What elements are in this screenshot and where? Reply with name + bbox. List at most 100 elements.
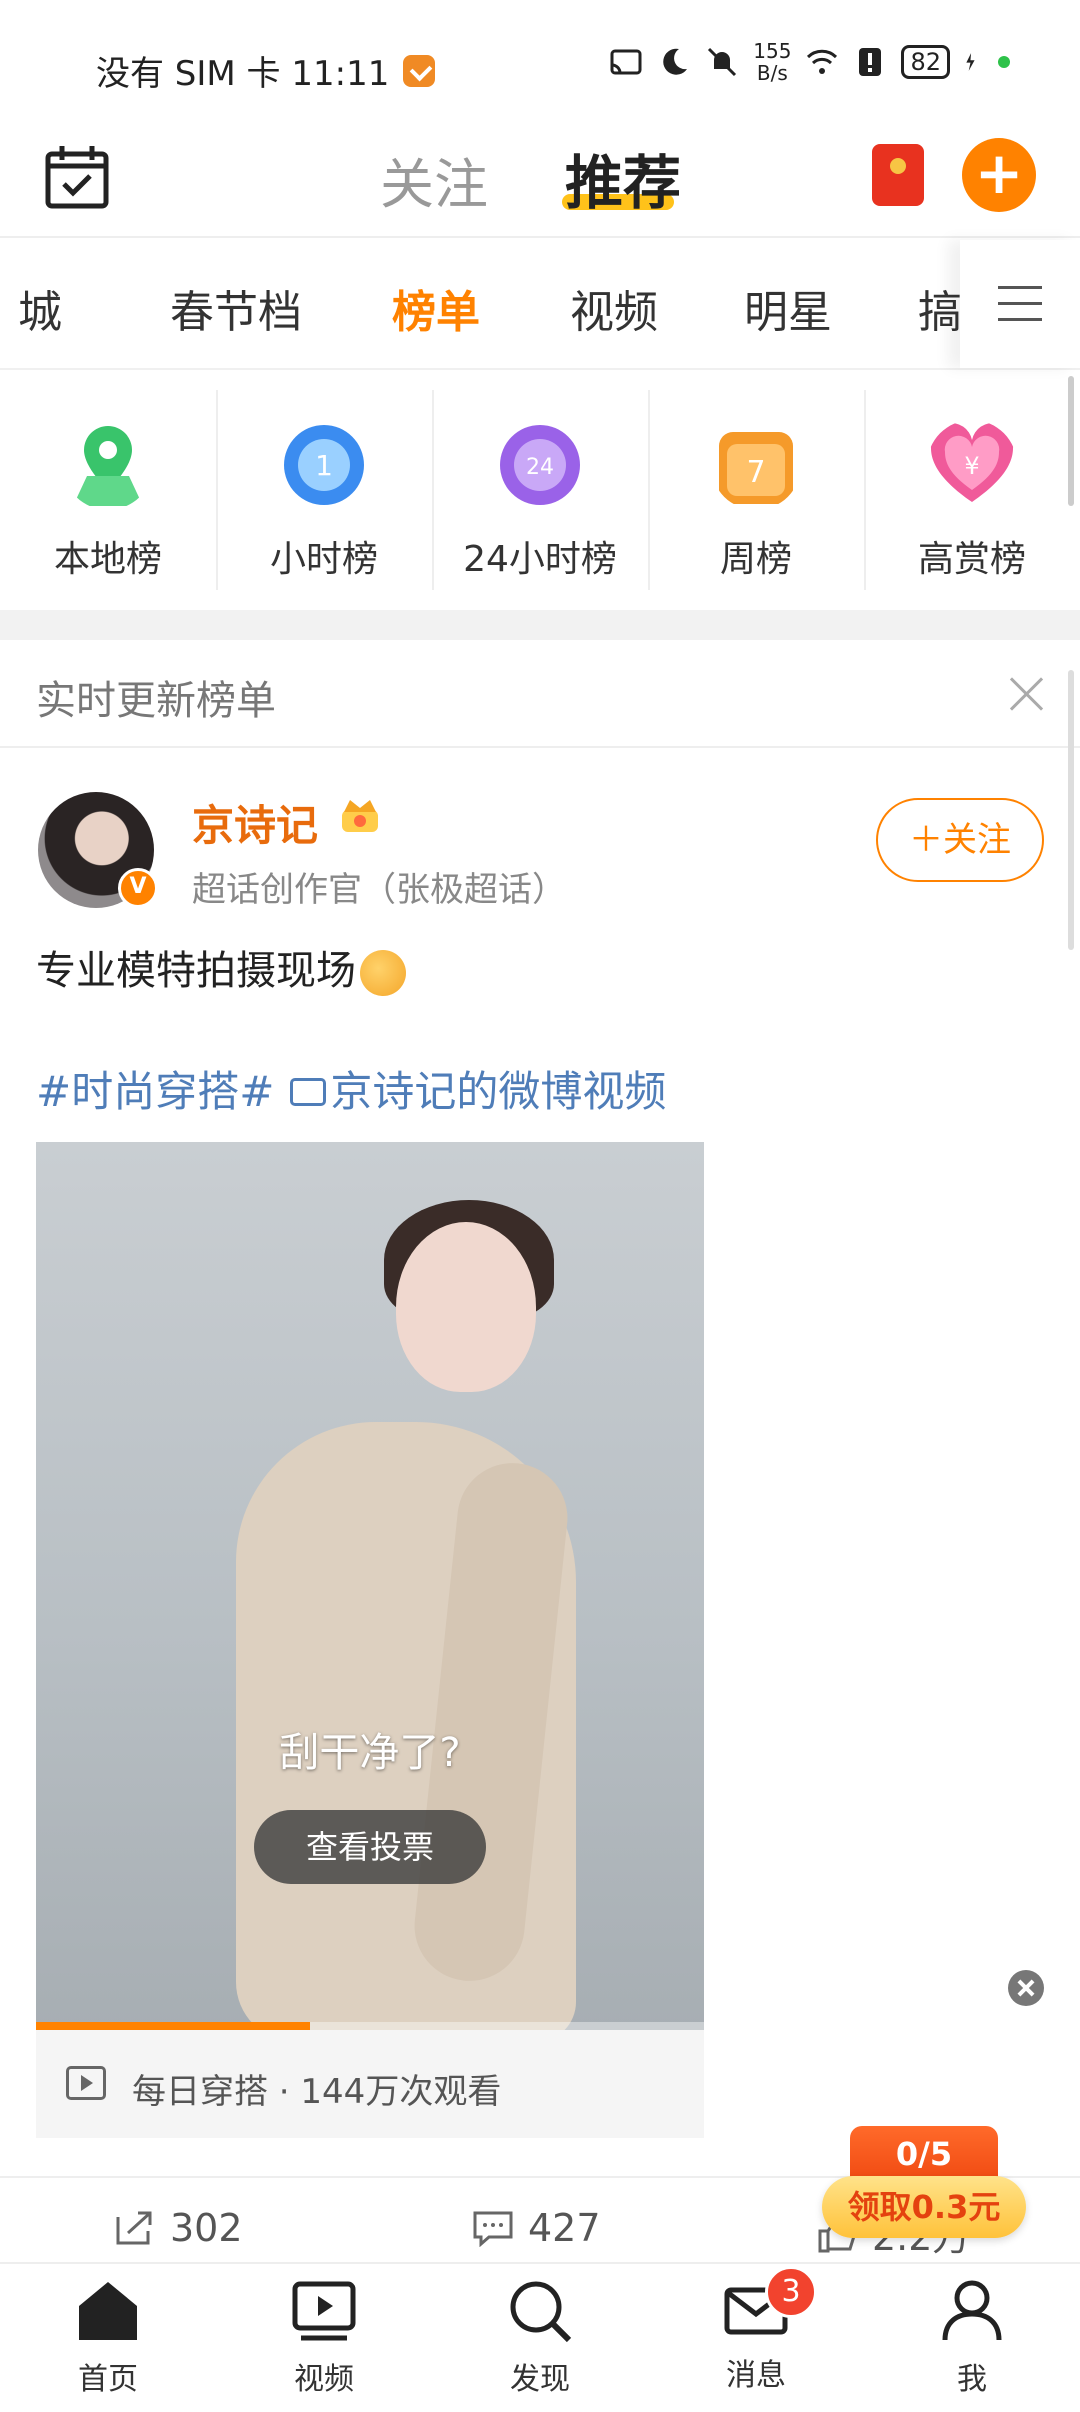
clock-24-icon: 24: [500, 425, 580, 505]
view-vote-button[interactable]: 查看投票: [254, 1810, 486, 1884]
comment-count: 427: [528, 2206, 601, 2250]
nav-discover[interactable]: 发现: [432, 2278, 648, 2398]
share-button[interactable]: 302: [114, 2206, 243, 2250]
rank-label: 本地榜: [53, 539, 162, 580]
map-pin-icon: [73, 426, 143, 506]
clock-1-icon: 1: [284, 425, 364, 505]
top-nav: 关注 推荐 +: [0, 128, 1080, 238]
shield-icon: [403, 54, 436, 87]
verified-badge-icon: V: [118, 868, 158, 908]
author-name[interactable]: 京诗记: [192, 792, 318, 853]
tab-recommend[interactable]: 推荐: [565, 136, 681, 220]
video-player[interactable]: 刮干净了? 查看投票: [36, 1142, 704, 2030]
rank-label: 周榜: [719, 539, 792, 580]
post-body: 专业模特拍摄现场: [36, 948, 356, 994]
bottom-nav: 首页 视频 发现 3 消息 我: [0, 2262, 1080, 2412]
menu-icon-bar: [998, 302, 1042, 305]
nav-messages[interactable]: 3 消息: [648, 2266, 864, 2394]
tab-follow[interactable]: 关注: [380, 140, 488, 219]
reward-progress[interactable]: 0/5: [850, 2126, 998, 2182]
post-tags: #时尚穿搭# 京诗记的微博视频: [36, 1058, 666, 1119]
author-subtitle: 超话创作官（张极超话）: [192, 870, 566, 910]
rank-24h[interactable]: 24 24小时榜: [432, 372, 648, 610]
video-frame-figure: [396, 1222, 536, 1392]
privacy-dot: [998, 56, 1010, 68]
category-tab-rankings[interactable]: 榜单: [392, 276, 480, 340]
video-icon: [292, 2281, 356, 2341]
svg-text:24: 24: [526, 455, 554, 480]
share-icon: [116, 2211, 152, 2245]
ranking-shortcuts: 本地榜 1 小时榜 24 24小时榜 7 周榜 ¥ 高赏榜: [0, 372, 1080, 610]
nav-label: 视频: [294, 2362, 354, 2397]
nav-video[interactable]: 视频: [216, 2278, 432, 2398]
nav-label: 首页: [78, 2362, 138, 2397]
video-progress-fill: [36, 2022, 310, 2030]
nav-label: 发现: [510, 2362, 570, 2397]
moon-icon: [663, 48, 688, 75]
nav-me[interactable]: 我: [864, 2278, 1080, 2398]
rank-hourly[interactable]: 1 小时榜: [216, 372, 432, 610]
category-tab-spring-festival[interactable]: 春节档: [170, 276, 302, 340]
hashtag-link[interactable]: #时尚穿搭#: [36, 1067, 274, 1116]
svg-text:1: 1: [315, 449, 333, 482]
category-tab-funny[interactable]: 搞: [918, 276, 962, 340]
realtime-header: 实时更新榜单: [0, 640, 1080, 748]
nav-label: 我: [957, 2362, 987, 2397]
video-link[interactable]: 京诗记的微博视频: [330, 1067, 666, 1116]
mail-icon-wrap: 3: [723, 2266, 817, 2344]
rank-top-reward[interactable]: ¥ 高赏榜: [864, 372, 1080, 610]
scrollbar[interactable]: [1068, 670, 1074, 950]
search-icon: [510, 2281, 572, 2343]
category-tabs: 城 春节档 榜单 视频 明星 搞: [0, 240, 1080, 370]
rank-weekly[interactable]: 7 周榜: [648, 372, 864, 610]
checkin-calendar-icon[interactable]: [44, 144, 110, 210]
red-packet-icon[interactable]: [872, 144, 924, 206]
carrier-time: 没有 SIM 卡 11:11: [96, 54, 390, 94]
category-tab-stars[interactable]: 明星: [744, 276, 832, 340]
category-tab-city[interactable]: 城: [18, 276, 62, 340]
heart-yen-icon: ¥: [930, 423, 1014, 502]
close-icon[interactable]: [1008, 1970, 1044, 2006]
cast-icon: [610, 49, 642, 75]
nav-home[interactable]: 首页: [0, 2278, 216, 2398]
close-icon[interactable]: [1008, 676, 1044, 712]
svg-text:7: 7: [746, 455, 765, 490]
unread-badge: 3: [765, 2266, 817, 2318]
status-bar: 没有 SIM 卡 11:11 155 B/s 82: [0, 0, 1080, 128]
category-tab-video[interactable]: 视频: [570, 276, 658, 340]
comment-button[interactable]: 427: [472, 2206, 601, 2250]
rank-label: 24小时榜: [463, 539, 617, 580]
follow-button[interactable]: ＋关注: [876, 798, 1044, 882]
video-meta-text: 每日穿搭 · 144万次观看: [132, 2072, 502, 2112]
scrollbar[interactable]: [1068, 376, 1074, 506]
menu-icon-bar: [998, 318, 1042, 321]
status-right: 155 B/s 82: [609, 40, 1010, 84]
rank-label: 小时榜: [269, 539, 378, 580]
comment-icon: [473, 2211, 513, 2247]
charging-icon: [966, 53, 975, 71]
svg-text:¥: ¥: [964, 452, 979, 480]
profile-icon: [942, 2280, 1002, 2341]
video-camera-icon: [290, 1077, 327, 1106]
nav-label: 消息: [726, 2358, 786, 2393]
post-text: 专业模特拍摄现场: [36, 938, 406, 996]
rank-label: 高赏榜: [917, 539, 1026, 580]
calendar-7-icon: 7: [719, 432, 793, 504]
net-speed-unit: B/s: [756, 61, 788, 85]
status-left: 没有 SIM 卡 11:11: [96, 46, 436, 95]
net-speed: 155 B/s: [753, 40, 791, 84]
claim-reward-button[interactable]: 领取0.3元: [822, 2176, 1026, 2238]
menu-icon-bar: [998, 286, 1042, 289]
compose-button[interactable]: +: [962, 138, 1036, 212]
realtime-title: 实时更新榜单: [36, 678, 276, 724]
home-icon: [79, 2282, 137, 2340]
wifi-icon: [807, 49, 838, 74]
video-meta-bar[interactable]: 每日穿搭 · 144万次观看: [36, 2030, 704, 2138]
video-caption: 刮干净了?: [279, 1730, 461, 1776]
rank-local[interactable]: 本地榜: [0, 372, 216, 610]
crown-icon: [342, 800, 378, 832]
battery-icon: 82: [901, 45, 950, 79]
video-play-icon: [66, 2066, 106, 2100]
category-menu-button[interactable]: [960, 240, 1080, 368]
share-count: 302: [170, 2206, 243, 2250]
